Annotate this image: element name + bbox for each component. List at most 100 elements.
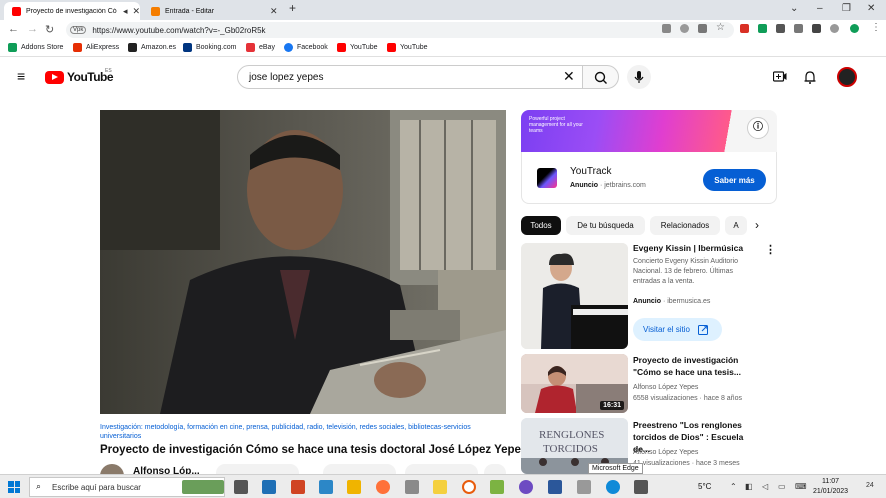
chip-related[interactable]: Relacionados	[650, 216, 720, 235]
taskbar-clock[interactable]: 11:07 21/01/2023	[813, 477, 848, 497]
battery-icon[interactable]: ▭	[778, 482, 786, 491]
tray-chevron-icon[interactable]: ⌃	[730, 482, 737, 491]
zoom-icon[interactable]	[680, 24, 689, 33]
ad-cta-button[interactable]: Saber más	[703, 169, 766, 191]
purple-app-icon[interactable]	[519, 480, 533, 494]
video-tags[interactable]: Investigación: metodología, formación en…	[100, 423, 510, 441]
address-bar[interactable]: Vpk https://www.youtube.com/watch?v=-_Gb…	[66, 22, 734, 38]
bookmark-amazon[interactable]: Amazon.es	[128, 43, 176, 52]
chrome-icon[interactable]	[462, 480, 476, 494]
search-icon	[594, 71, 607, 84]
recommendation-title[interactable]: Evgeny Kissin | Ibermúsica	[633, 242, 758, 254]
share-icon[interactable]	[698, 24, 707, 33]
visit-site-button[interactable]: Visitar el sitio	[633, 318, 722, 341]
bookmark-addons-store[interactable]: Addons Store	[8, 43, 63, 52]
l-app-icon[interactable]	[319, 480, 333, 494]
reload-icon[interactable]: ↻	[45, 23, 54, 36]
forward-icon[interactable]: →	[27, 23, 38, 35]
url-text[interactable]: https://www.youtube.com/watch?v=-_Gb02ro…	[92, 26, 265, 35]
task-view-icon[interactable]	[234, 480, 248, 494]
browser-tab-youtube[interactable]: Proyecto de investigación Có ◂ ✕	[4, 2, 140, 20]
minimize-icon[interactable]: –	[817, 3, 823, 14]
app-icon[interactable]	[577, 480, 591, 494]
notifications-bell-icon[interactable]	[804, 71, 816, 87]
sidebar-icon[interactable]	[812, 24, 821, 33]
speaker-icon[interactable]: ◂	[123, 6, 128, 17]
menu-dots-icon[interactable]: ⋮	[871, 22, 881, 33]
bookmark-youtube-2[interactable]: YouTube	[387, 43, 428, 52]
notification-count[interactable]: 24	[866, 482, 874, 489]
chevron-down-icon[interactable]: ⌄	[790, 3, 798, 14]
bookmark-booking[interactable]: Booking.com	[183, 43, 236, 52]
chevron-right-icon[interactable]: ›	[755, 218, 759, 232]
bookmark-label: Facebook	[297, 44, 328, 51]
video-player[interactable]	[100, 110, 506, 414]
recommendation-channel[interactable]: Alfonso López Yepes	[633, 383, 763, 393]
taskbar-search-placeholder: Escribe aquí para buscar	[52, 482, 141, 492]
recommendation-ad-meta: Anuncio · ibermusica.es	[633, 298, 711, 305]
extension-green-icon[interactable]	[758, 24, 767, 33]
puzzle-icon[interactable]	[776, 24, 785, 33]
ad-label: Anuncio	[633, 298, 661, 305]
windows-start-icon[interactable]	[8, 481, 20, 493]
restore-icon[interactable]: ❐	[842, 3, 851, 14]
ad-name[interactable]: YouTrack	[570, 166, 612, 177]
bookmark-aliexpress[interactable]: AliExpress	[73, 43, 119, 52]
install-app-icon[interactable]	[662, 24, 671, 33]
search-input[interactable]: jose lopez yepes	[237, 65, 583, 89]
aliexpress-icon	[73, 43, 82, 52]
new-tab-button[interactable]: +	[289, 1, 296, 15]
bookmark-facebook[interactable]: Facebook	[284, 43, 328, 52]
clear-search-icon[interactable]: ✕	[563, 68, 575, 85]
firefox-icon[interactable]	[376, 480, 390, 494]
close-window-icon[interactable]: ✕	[867, 3, 875, 14]
browser-tab-blogger[interactable]: Entrada - Editar ✕	[143, 2, 279, 20]
recommendation-title[interactable]: Proyecto de investigación "Cómo se hace …	[633, 354, 748, 378]
list-icon[interactable]	[794, 24, 803, 33]
close-tab-icon[interactable]: ✕	[270, 6, 278, 17]
tab-title: Proyecto de investigación Có	[26, 7, 117, 15]
bookmark-ebay[interactable]: eBay	[246, 43, 275, 52]
news-widget-icon[interactable]	[182, 480, 224, 494]
bookmark-youtube[interactable]: YouTube	[337, 43, 378, 52]
video-frame	[100, 110, 506, 414]
recommendation-channel[interactable]: Alfonso López Yepes	[633, 448, 763, 458]
chip-from-search[interactable]: De tu búsqueda	[566, 216, 645, 235]
info-icon[interactable]: ⓘ	[747, 117, 769, 139]
youtube-logo[interactable]: YouTube	[45, 70, 114, 84]
close-tab-icon[interactable]: ✕	[132, 6, 140, 17]
volume-icon[interactable]: ◁	[762, 482, 768, 491]
edge-icon[interactable]	[606, 480, 620, 494]
back-icon[interactable]: ←	[8, 23, 19, 35]
more-vert-icon[interactable]: ⋮	[765, 243, 776, 256]
visit-site-label: Visitar el sitio	[643, 325, 690, 334]
weather-widget[interactable]: 5°C	[698, 482, 711, 491]
vpn-badge[interactable]: Vpk	[70, 26, 87, 34]
powerpoint-icon[interactable]	[291, 480, 305, 494]
word-icon[interactable]	[548, 480, 562, 494]
network-icon[interactable]: ◧	[745, 482, 753, 491]
recommendation-meta: 41 visualizaciones · hace 3 meses	[633, 460, 740, 467]
folder-icon[interactable]	[433, 480, 447, 494]
recommendation-thumbnail[interactable]	[521, 243, 628, 349]
app-icon[interactable]	[490, 480, 504, 494]
ad-banner[interactable]: Powerful project management for all your…	[521, 110, 777, 152]
svg-text:RENGLONES: RENGLONES	[539, 429, 604, 441]
bookmark-star-icon[interactable]: ☆	[716, 22, 725, 33]
create-video-icon[interactable]	[772, 71, 787, 85]
voice-search-button[interactable]	[627, 65, 651, 89]
chip-all[interactable]: Todos	[521, 216, 561, 235]
app-icon[interactable]	[634, 480, 648, 494]
check-icon[interactable]	[850, 24, 859, 33]
chip-more[interactable]: A	[725, 216, 747, 235]
language-icon[interactable]: ⌨	[795, 482, 807, 491]
user-avatar[interactable]	[837, 67, 857, 87]
photos-app-icon[interactable]	[405, 480, 419, 494]
store-icon[interactable]	[262, 480, 276, 494]
recommendation-thumbnail[interactable]: 16:31	[521, 354, 628, 413]
hamburger-menu-icon[interactable]: ≡	[17, 69, 25, 83]
file-explorer-icon[interactable]	[347, 480, 361, 494]
profile-icon[interactable]	[830, 24, 839, 33]
search-button[interactable]	[582, 65, 619, 89]
shield-extension-icon[interactable]	[740, 24, 749, 33]
